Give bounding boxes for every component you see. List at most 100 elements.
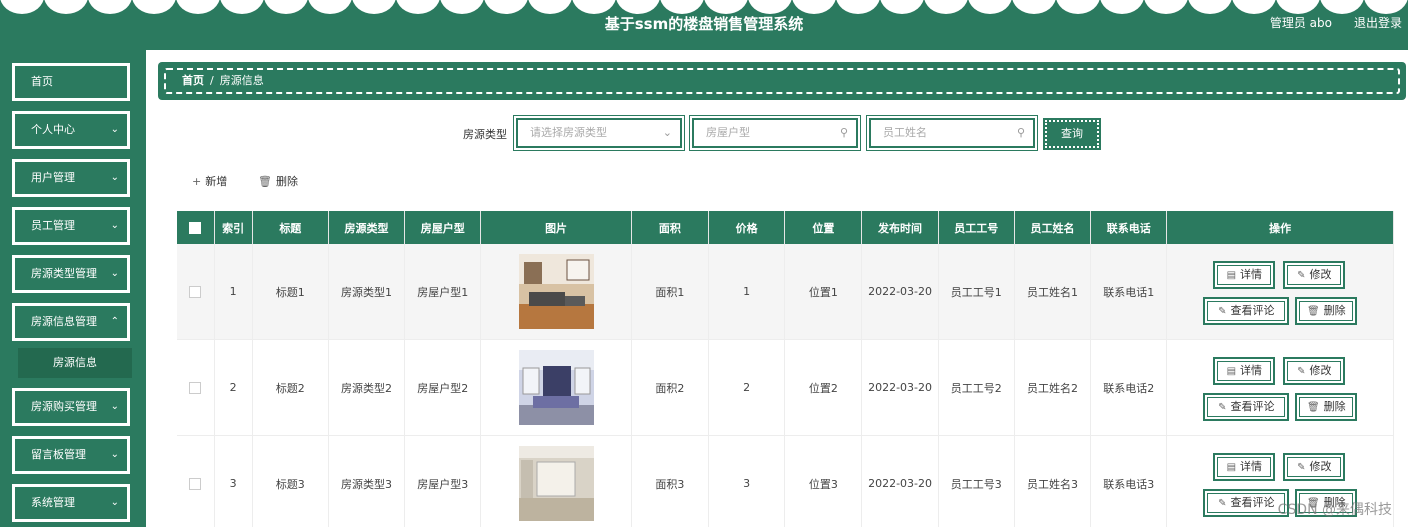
breadcrumb: 首页 / 房源信息 [158, 62, 1406, 100]
column-header: 索引 [214, 211, 253, 244]
delete-label: 删除 [1323, 400, 1346, 413]
cell-staff-no: 员工工号2 [938, 339, 1015, 436]
pencil-icon: ✎ [1297, 270, 1306, 281]
detail-button[interactable]: ▤ 详情 [1213, 453, 1276, 481]
layout-placeholder: 房屋户型 [706, 126, 750, 139]
chevron-up-icon: ⌃ [110, 316, 119, 327]
table-row: 1 标题1 房源类型1 房屋户型1 面积1 1 位置1 2022-03-20 员… [177, 244, 1394, 340]
breadcrumb-separator: / [210, 74, 214, 87]
pencil-icon: ✎ [1218, 402, 1227, 413]
row-checkbox[interactable] [189, 382, 202, 394]
comments-label: 查看评论 [1230, 400, 1275, 413]
logout-link[interactable]: 退出登录 [1354, 14, 1402, 31]
cell-price: 3 [708, 435, 786, 527]
cell-staff-name: 员工姓名3 [1014, 435, 1092, 527]
sidebar-item-label: 用户管理 [31, 171, 75, 184]
staff-name-search-input[interactable]: 员工姓名 ⚲ [866, 115, 1038, 151]
house-photo[interactable] [518, 446, 594, 521]
breadcrumb-home[interactable]: 首页 [182, 74, 204, 87]
sidebar-item-personal[interactable]: 个人中心 ⌄ [12, 111, 130, 149]
search-icon: ⚲ [1016, 126, 1025, 139]
watermark: CSDN @来偶科技 [1277, 502, 1392, 518]
comments-label: 查看评论 [1230, 304, 1275, 317]
chevron-down-icon: ⌄ [110, 172, 119, 183]
chevron-down-icon: ⌄ [110, 497, 119, 508]
sidebar-item-label: 个人中心 [31, 123, 75, 136]
cell-title: 标题3 [252, 435, 329, 527]
table-header-row: 索引 标题 房源类型 房屋户型 图片 面积 价格 位置 发布时间 员工工号 员工… [177, 211, 1394, 244]
detail-button[interactable]: ▤ 详情 [1213, 357, 1276, 385]
sidebar-item-home[interactable]: 首页 [12, 63, 130, 101]
add-button[interactable]: + 新增 [192, 173, 227, 189]
sidebar-item-messages[interactable]: 留言板管理 ⌄ [12, 436, 130, 474]
detail-button[interactable]: ▤ 详情 [1213, 261, 1276, 289]
cell-index: 1 [214, 244, 253, 340]
edit-label: 修改 [1309, 460, 1332, 473]
sidebar-item-house-info[interactable]: 房源信息管理 ⌃ [12, 303, 130, 341]
sidebar-item-users[interactable]: 用户管理 ⌄ [12, 159, 130, 197]
edit-button[interactable]: ✎ 修改 [1283, 357, 1346, 385]
select-all-checkbox[interactable] [189, 222, 202, 234]
current-user: 管理员 abo [1269, 16, 1332, 30]
sidebar-item-purchases[interactable]: 房源购买管理 ⌄ [12, 388, 130, 426]
cell-type: 房源类型3 [328, 435, 406, 527]
cell-title: 标题1 [252, 244, 329, 340]
cell-layout: 房屋户型2 [404, 339, 482, 436]
pencil-icon: ✎ [1218, 306, 1227, 317]
header-scallop-border [0, 0, 1408, 14]
column-header: 价格 [708, 211, 786, 244]
sidebar-item-label: 留言板管理 [31, 448, 86, 461]
house-photo[interactable] [518, 350, 594, 425]
column-header: 联系电话 [1090, 211, 1168, 244]
chevron-down-icon: ⌄ [110, 449, 119, 460]
column-header: 标题 [252, 211, 329, 244]
cell-price: 1 [708, 244, 786, 340]
layout-search-input[interactable]: 房屋户型 ⚲ [689, 115, 861, 151]
house-type-select[interactable]: 请选择房源类型 ⌄ [513, 115, 685, 151]
row-checkbox[interactable] [189, 286, 202, 298]
edit-button[interactable]: ✎ 修改 [1283, 453, 1346, 481]
sidebar-item-label: 系统管理 [31, 496, 75, 509]
document-icon: ▤ [1226, 366, 1237, 377]
table-row: 2 标题2 房源类型2 房屋户型2 面积2 2 位置2 2022-03-20 员… [177, 339, 1394, 436]
house-photo[interactable] [518, 254, 594, 329]
top-header: 基于ssm的楼盘销售管理系统 管理员 abo 退出登录 [0, 0, 1408, 50]
cell-price: 2 [708, 339, 786, 436]
app-title: 基于ssm的楼盘销售管理系统 [604, 15, 804, 33]
sidebar-item-label: 员工管理 [31, 219, 75, 232]
bulk-delete-button[interactable]: 🗑 删除 [258, 173, 298, 189]
column-header: 面积 [631, 211, 710, 244]
cell-staff-no: 员工工号3 [938, 435, 1015, 527]
sidebar-item-house-types[interactable]: 房源类型管理 ⌄ [12, 255, 130, 293]
house-type-placeholder: 请选择房源类型 [530, 126, 607, 139]
cell-layout: 房屋户型3 [404, 435, 482, 527]
cell-staff-name: 员工姓名2 [1014, 339, 1092, 436]
column-header: 图片 [480, 211, 632, 244]
cell-staff-no: 员工工号1 [938, 244, 1015, 340]
view-comments-button[interactable]: ✎ 查看评论 [1203, 393, 1290, 421]
pencil-icon: ✎ [1297, 366, 1306, 377]
view-comments-button[interactable]: ✎ 查看评论 [1203, 297, 1290, 325]
sidebar-item-system[interactable]: 系统管理 ⌄ [12, 484, 130, 522]
delete-button[interactable]: 🗑 删除 [1295, 393, 1358, 421]
search-icon: ⚲ [839, 126, 848, 139]
sidebar-subitem-house-info[interactable]: 房源信息 [18, 348, 132, 378]
delete-button[interactable]: 🗑 删除 [1295, 297, 1358, 325]
cell-date: 2022-03-20 [861, 339, 939, 436]
pencil-icon: ✎ [1218, 498, 1227, 509]
cell-phone: 联系电话2 [1090, 339, 1168, 436]
select-all-header[interactable] [177, 211, 215, 244]
sidebar-item-staff[interactable]: 员工管理 ⌄ [12, 207, 130, 245]
trash-icon: 🗑 [258, 175, 272, 188]
edit-button[interactable]: ✎ 修改 [1283, 261, 1346, 289]
chevron-down-icon: ⌄ [662, 126, 672, 139]
trash-icon: 🗑 [1306, 306, 1320, 317]
cell-phone: 联系电话1 [1090, 244, 1168, 340]
cell-type: 房源类型2 [328, 339, 406, 436]
add-label: 新增 [205, 175, 228, 188]
query-button[interactable]: 查询 [1043, 118, 1101, 150]
sidebar-item-label: 房源购买管理 [31, 400, 97, 413]
row-checkbox[interactable] [189, 478, 202, 490]
cell-area: 面积1 [631, 244, 710, 340]
view-comments-button[interactable]: ✎ 查看评论 [1203, 489, 1290, 517]
